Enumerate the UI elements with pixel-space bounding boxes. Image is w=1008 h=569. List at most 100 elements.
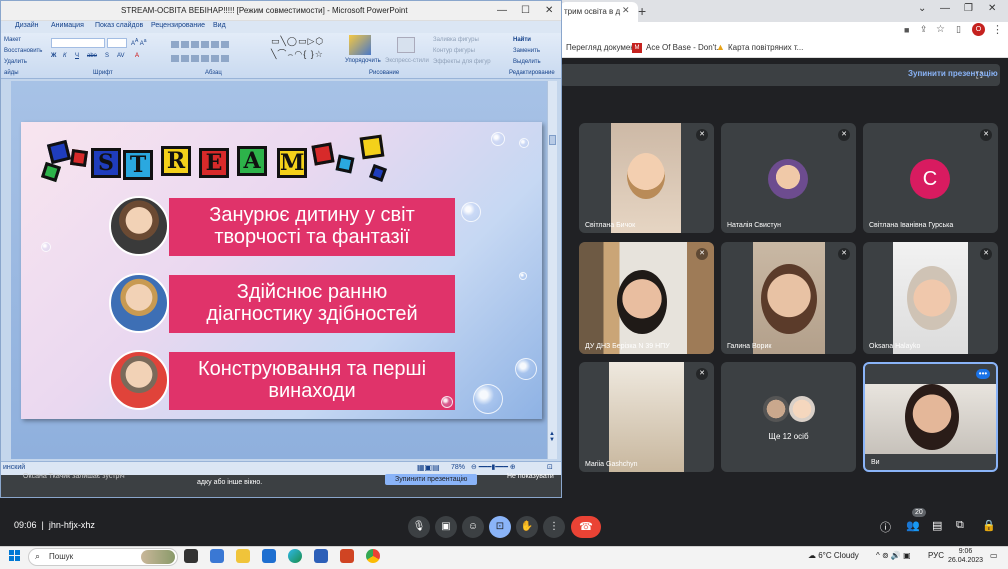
minimize-icon[interactable]: —: [940, 3, 950, 14]
bold-icon[interactable]: Ж: [51, 53, 56, 59]
language-indicator[interactable]: РУС: [928, 551, 944, 560]
find-button[interactable]: Найти: [513, 37, 531, 43]
tab-slideshow[interactable]: Показ слайдов: [95, 22, 143, 29]
profile-avatar-icon[interactable]: O: [972, 23, 985, 36]
arrange-button[interactable]: Упорядочить: [345, 58, 381, 64]
sidebar-icon[interactable]: ▯: [956, 24, 961, 35]
reset-button[interactable]: Восстановить: [4, 48, 42, 54]
arrange-icon[interactable]: [349, 35, 371, 55]
more-options-icon[interactable]: •••: [976, 369, 990, 379]
align-icon[interactable]: [171, 53, 231, 65]
participant-tile[interactable]: С ✕ Світлана Іванівна Гурська: [863, 123, 998, 233]
dont-show-button[interactable]: Не показувати: [507, 473, 554, 480]
replace-button[interactable]: Заменить: [513, 48, 540, 54]
tray-icons[interactable]: ^ ⊚ 🔊 ▣: [876, 551, 911, 560]
zoom-level[interactable]: 78%: [451, 464, 465, 471]
new-tab-icon[interactable]: +: [638, 3, 646, 19]
avatar: [768, 159, 808, 199]
close-icon[interactable]: ✕: [622, 5, 630, 16]
quick-styles-button[interactable]: Экспресс-стили: [385, 58, 429, 64]
self-tile[interactable]: ••• Ви: [863, 362, 998, 472]
raise-hand-icon[interactable]: ✋: [516, 516, 538, 538]
shadow-icon[interactable]: S: [105, 53, 109, 59]
chevron-down-icon[interactable]: ⌄: [918, 3, 926, 14]
bookmark-item[interactable]: Ace Of Base - Don't...: [646, 43, 723, 52]
close-window-icon[interactable]: ✕: [545, 5, 553, 16]
quick-styles-icon[interactable]: [397, 37, 415, 53]
windows-start-icon[interactable]: [9, 550, 21, 562]
tab-animation[interactable]: Анимация: [51, 22, 84, 29]
chrome-icon[interactable]: [366, 549, 380, 563]
participant-tile[interactable]: ✕ ДУ ДНЗ Берізка N 39 НПУ: [579, 242, 714, 354]
more-options-icon[interactable]: ⋮: [543, 516, 565, 538]
italic-icon[interactable]: К: [63, 53, 67, 59]
strike-icon[interactable]: abe: [87, 53, 97, 59]
font-grow-icon[interactable]: AA Aa: [131, 38, 146, 47]
participant-tile[interactable]: ✕ Світлана Бичок: [579, 123, 714, 233]
bullets-icon[interactable]: [171, 39, 231, 51]
ppt-window-title: STREAM-ОСВІТА ВЕБІНАР!!!!! [Режим совмес…: [121, 6, 408, 15]
font-color-icon[interactable]: A: [135, 53, 139, 59]
camera-toggle-icon[interactable]: ▣: [435, 516, 457, 538]
fullscreen-icon[interactable]: ⛶: [976, 70, 982, 81]
shape-fill-button[interactable]: Заливка фигуры: [433, 37, 479, 43]
restore-icon[interactable]: ❐: [964, 3, 973, 14]
star-icon[interactable]: ☆: [936, 24, 945, 35]
task-view-icon[interactable]: [184, 549, 198, 563]
chat-icon[interactable]: ▤: [932, 519, 942, 532]
stop-presenting-button[interactable]: Зупинити презентацію: [908, 69, 998, 78]
underline-icon[interactable]: Ч: [75, 53, 79, 59]
spacing-icon[interactable]: AV: [117, 53, 125, 59]
host-controls-icon[interactable]: 🔒: [982, 519, 996, 532]
powerpoint-icon[interactable]: [340, 549, 354, 563]
layout-button[interactable]: Макет: [4, 37, 21, 43]
tab-review[interactable]: Рецензирование: [151, 22, 205, 29]
mic-icon[interactable]: 🎙: [408, 516, 430, 538]
participant-tile[interactable]: ✕ Галина Ворик: [721, 242, 856, 354]
stop-presenting-button[interactable]: Зупинити презентацію: [385, 474, 478, 485]
mic-off-icon: ✕: [696, 248, 708, 260]
bookmark-item[interactable]: Карта повітряних т...: [728, 43, 803, 52]
activities-icon[interactable]: ⧉: [956, 519, 964, 532]
shape-effects-button[interactable]: Эффекты для фигур: [433, 59, 491, 65]
edge-icon[interactable]: [288, 549, 302, 563]
tab-view[interactable]: Вид: [213, 22, 226, 29]
notifications-icon[interactable]: ▭: [990, 551, 998, 560]
widgets-icon[interactable]: [210, 549, 224, 563]
slide-text-banner: Здійснює ранню діагностику здібностей: [169, 275, 455, 333]
more-participants-tile[interactable]: Ще 12 осіб: [721, 362, 856, 472]
vertical-scrollbar[interactable]: ▲ ▼: [547, 81, 557, 459]
people-icon[interactable]: 👥: [906, 519, 920, 532]
delete-button[interactable]: Удалить: [4, 59, 27, 65]
file-explorer-icon[interactable]: [236, 549, 250, 563]
menu-dots-icon[interactable]: ⋮: [992, 23, 1003, 36]
info-icon[interactable]: ⓘ: [880, 519, 891, 535]
zoom-slider[interactable]: ⊖ ━━━▮━━━ ⊕: [471, 463, 516, 471]
minimize-icon[interactable]: —: [497, 5, 507, 16]
shape-outline-button[interactable]: Контур фигуры: [433, 48, 475, 54]
select-button[interactable]: Выделить: [513, 59, 541, 65]
tab-design[interactable]: Дизайн: [15, 22, 39, 29]
close-window-icon[interactable]: ✕: [988, 3, 996, 14]
end-call-button[interactable]: ☎: [571, 516, 601, 538]
slide[interactable]: S T R E A M Занурює дитину у світ творчо…: [21, 122, 542, 419]
app-icon[interactable]: [314, 549, 328, 563]
taskbar-search[interactable]: ⌕ Пошук: [28, 548, 178, 566]
maximize-icon[interactable]: ☐: [521, 5, 530, 16]
emoji-icon[interactable]: ☺: [462, 516, 484, 538]
taskbar-clock[interactable]: 9:06 26.04.2023: [948, 547, 983, 565]
participant-tile[interactable]: ✕ Mariia Gashchyn: [579, 362, 714, 472]
camera-icon[interactable]: ■: [904, 25, 909, 35]
share-icon[interactable]: ⇪: [920, 24, 928, 35]
present-icon[interactable]: ⊡: [489, 516, 511, 538]
fit-slide-icon[interactable]: ⊡: [547, 463, 553, 471]
shapes-gallery[interactable]: ▭╲◯▭▷⬡ ╲⌒⌢◠{ }☆: [271, 36, 324, 60]
participant-tile[interactable]: ✕ Oksana Halayko: [863, 242, 998, 354]
participant-tile[interactable]: ✕ Наталія Свистун: [721, 123, 856, 233]
weather-widget[interactable]: ☁ 6°C Cloudy: [808, 551, 859, 560]
font-name-select[interactable]: [51, 38, 105, 48]
bookmark-item[interactable]: Перегляд докумен...: [566, 43, 641, 52]
mail-icon[interactable]: [262, 549, 276, 563]
view-buttons-icon[interactable]: ▦▣▤: [417, 463, 440, 472]
font-size-select[interactable]: [107, 38, 127, 48]
